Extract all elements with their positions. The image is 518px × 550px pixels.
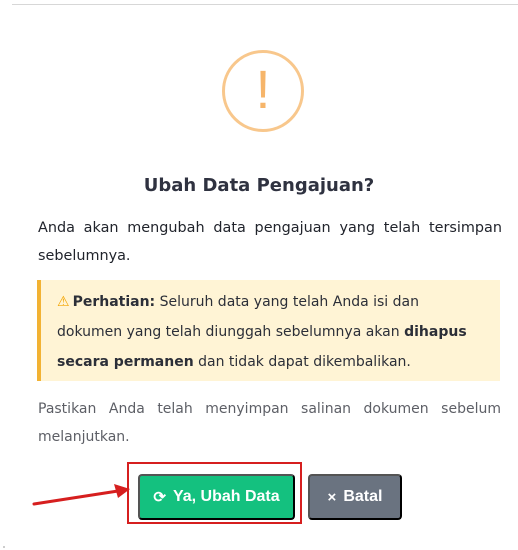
edge-dot [3,546,5,548]
dialog-title: Ubah Data Pengajuan? [143,175,375,196]
warning-notice: ⚠ Perhatian: Seluruh data yang telah Anda… [37,280,500,381]
dialog-footnote: Pastikan Anda telah menyimpan salinan do… [38,401,501,445]
dialog-message: Anda akan mengubah data pengajuan yang t… [38,220,502,264]
confirm-button[interactable]: ⟳ Ya, Ubah Data [138,474,295,520]
warning-triangle-icon: ⚠ [57,294,70,310]
exclamation-mark-icon: ! [255,60,271,120]
confirmation-dialog: ! Ubah Data Pengajuan? Anda akan menguba… [0,0,518,550]
confirm-button-label: Ya, Ubah Data [172,488,280,505]
warning-label: Perhatian: [72,294,156,310]
warning-icon: ! [222,50,304,132]
annotation-arrow-icon [32,484,130,506]
cancel-button[interactable]: × Batal [308,474,402,520]
warning-text-second: dan tidak dapat dikembalikan. [193,354,411,370]
cancel-button-label: Batal [343,488,383,505]
refresh-icon: ⟳ [153,488,166,506]
close-icon: × [327,488,337,506]
